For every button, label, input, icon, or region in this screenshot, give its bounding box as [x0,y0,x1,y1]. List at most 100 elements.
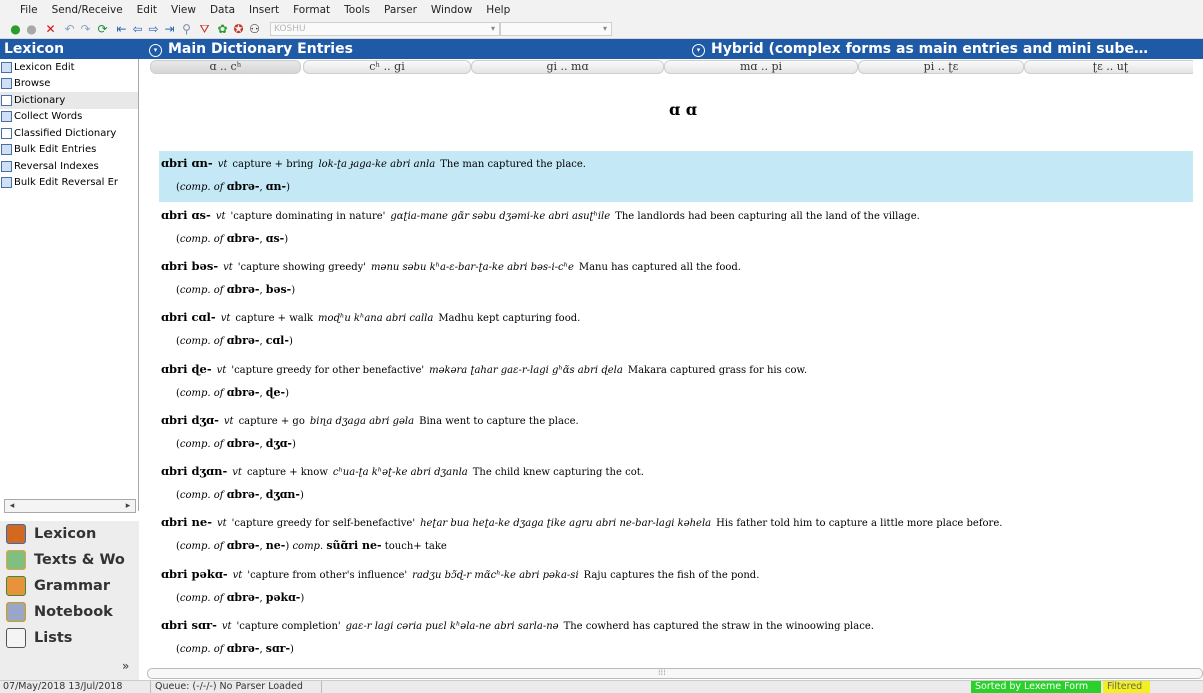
area-lexicon[interactable]: Lexicon [0,521,139,547]
first-record-icon[interactable]: ⇤ [115,22,128,36]
component-link[interactable]: ɑbrə- [227,437,260,450]
component-link[interactable]: cɑl- [266,334,289,347]
menu-parser[interactable]: Parser [384,4,417,16]
sidebar-item-bulk-edit-reversal[interactable]: Bulk Edit Reversal Er [0,175,138,192]
table-icon [1,144,12,156]
menu-window[interactable]: Window [431,4,472,16]
dictionary-entry[interactable]: ɑbri ɖe-vt 'capture greedy for other bene… [161,358,807,405]
component-link[interactable]: ɑbrə- [227,642,260,655]
sidebar-item-dictionary[interactable]: Dictionary [0,92,138,109]
style-combo[interactable]: ▾ [500,22,612,36]
menu-format[interactable]: Format [293,4,330,16]
writing-system-combo[interactable]: KOSHU ▾ [270,22,500,36]
sidebar-item-collect-words[interactable]: Collect Words [0,109,138,126]
complex-form-link[interactable]: sũɑ̃ri ne- [326,539,381,552]
chevron-double-down-icon[interactable]: » [122,659,129,673]
find-binoculars-icon[interactable]: ⚇ [248,22,261,36]
sidebar-item-lexicon-edit[interactable]: Lexicon Edit [0,59,138,76]
gloss: capture + bring [232,159,314,170]
index-tab-4[interactable]: mɑ .. pi [664,60,858,74]
dictionary-entry[interactable]: ɑbri bəs-vt 'capture showing greedy' mənu … [161,255,741,302]
component-link[interactable]: ɖe- [266,386,285,399]
menu-file[interactable]: File [20,4,38,16]
headword: ɑbri sɑr- [161,618,217,632]
index-tab-2[interactable]: cʰ .. gi [303,60,471,74]
component-link[interactable]: dʒɑ- [266,437,292,450]
comp-of-label: comp. of [179,336,224,347]
sidebar-horizontal-scrollbar[interactable]: ◂ ▸ [4,499,136,513]
main-title-dropdown[interactable]: ▾ Main Dictionary Entries [149,39,353,59]
menu-send-receive[interactable]: Send/Receive [52,4,123,16]
spelling-icon[interactable]: ✿ [216,22,229,36]
translation: Manu has captured all the food. [578,262,741,273]
table-icon [1,160,12,172]
area-lists[interactable]: Lists [0,625,139,651]
find-entry-icon[interactable]: ✪ [232,22,245,36]
component-link[interactable]: bəs- [266,283,291,296]
back-icon[interactable]: ● [9,22,22,36]
comp-of-label: comp. of [179,182,224,193]
config-dropdown[interactable]: ▾ Hybrid (complex forms as main entries a… [692,39,1148,59]
component-link[interactable]: ne- [266,539,286,552]
component-link[interactable]: ɑbrə- [227,386,260,399]
dictionary-entry[interactable]: ɑbri dʒɑn-vt capture + know cʰua-ʈa kʰəʈ-k… [161,460,644,507]
component-link[interactable]: dʒɑn- [266,488,300,501]
menu-insert[interactable]: Insert [249,4,279,16]
area-texts-words[interactable]: Texts & Wo [0,547,139,573]
menu-data[interactable]: Data [210,4,235,16]
sidebar-item-classified-dictionary[interactable]: Classified Dictionary [0,125,138,142]
comp-of-label: comp. of [179,593,224,604]
menu-help[interactable]: Help [486,4,510,16]
dictionary-entry[interactable]: ɑbri cɑl-vt capture + walk moɖʰu kʰana abr… [161,306,580,353]
component-link[interactable]: pəkɑ- [266,591,301,604]
index-tab-1[interactable]: ɑ .. cʰ [150,60,301,74]
index-tab-5[interactable]: pi .. ʈɛ [858,60,1024,74]
refresh-icon[interactable]: ⟳ [96,22,109,36]
component-link[interactable]: sɑr- [266,642,290,655]
component-link[interactable]: ɑbrə- [227,591,260,604]
index-tab-3[interactable]: gi .. mɑ [471,60,664,74]
delete-icon[interactable]: ✕ [44,22,57,36]
component-link[interactable]: ɑn- [266,180,286,193]
link-icon[interactable]: ⚲ [180,22,193,36]
scroll-right-icon[interactable]: ▸ [122,500,134,512]
document-icon [1,94,12,106]
menu-edit[interactable]: Edit [137,4,157,16]
part-of-speech: vt [220,313,231,324]
component-link[interactable]: ɑbrə- [227,334,260,347]
example: mənu səbu kʰa-ɛ-bar-ʈa-ke abri bəs-i-cʰe [371,262,574,273]
filter-icon[interactable]: ⛛ [198,22,211,36]
main-vertical-scrollbar[interactable] [1193,59,1203,668]
dictionary-entry[interactable]: ɑbri ne-vt 'capture greedy for self-benef… [161,511,1002,558]
sidebar-item-reversal-indexes[interactable]: Reversal Indexes [0,158,138,175]
dictionary-entry[interactable]: ɑbri ɑs-vt 'capture dominating in nature'… [161,204,920,251]
component-link[interactable]: ɑbrə- [227,232,260,245]
component-link[interactable]: ɑbrə- [227,180,260,193]
undo-icon[interactable]: ↶ [63,22,76,36]
component-link[interactable]: ɑbrə- [227,283,260,296]
area-grammar[interactable]: Grammar [0,573,139,599]
previous-record-icon[interactable]: ⇦ [131,22,144,36]
forward-icon[interactable]: ● [25,22,38,36]
sidebar-item-bulk-edit-entries[interactable]: Bulk Edit Entries [0,142,138,159]
last-record-icon[interactable]: ⇥ [163,22,176,36]
menu-tools[interactable]: Tools [344,4,370,16]
menu-view[interactable]: View [171,4,196,16]
component-link[interactable]: ɑbrə- [227,539,260,552]
scroll-left-icon[interactable]: ◂ [6,500,18,512]
index-tab-6[interactable]: ʈɛ .. uʈ [1024,60,1197,74]
part-of-speech: vt [216,518,227,529]
dictionary-entry[interactable]: ɑbri sɑr-vt 'capture completion' gaɛ-r lag… [161,614,874,661]
next-record-icon[interactable]: ⇨ [147,22,160,36]
component-link[interactable]: ɑbrə- [227,488,260,501]
component-link[interactable]: ɑs- [266,232,284,245]
area-notebook[interactable]: Notebook [0,599,139,625]
sidebar-item-browse[interactable]: Browse [0,76,138,93]
dictionary-entry[interactable]: ɑbri dʒɑ-vt capture + go biɳa dʒaga abri g… [161,409,579,456]
status-dates: 07/May/2018 13/Jul/2018 [3,681,123,692]
dictionary-entry[interactable]: ɑbri pəkɑ-vt 'capture from other's influe… [161,563,759,610]
dictionary-entry[interactable]: ɑbri ɑn-vt capture + bring lok-ʈa ɟaga-ke … [161,152,586,199]
redo-icon[interactable]: ↷ [79,22,92,36]
main-horizontal-scrollbar[interactable]: ⁞⁞⁞ [147,668,1203,679]
headword: ɑbri bəs- [161,259,219,273]
